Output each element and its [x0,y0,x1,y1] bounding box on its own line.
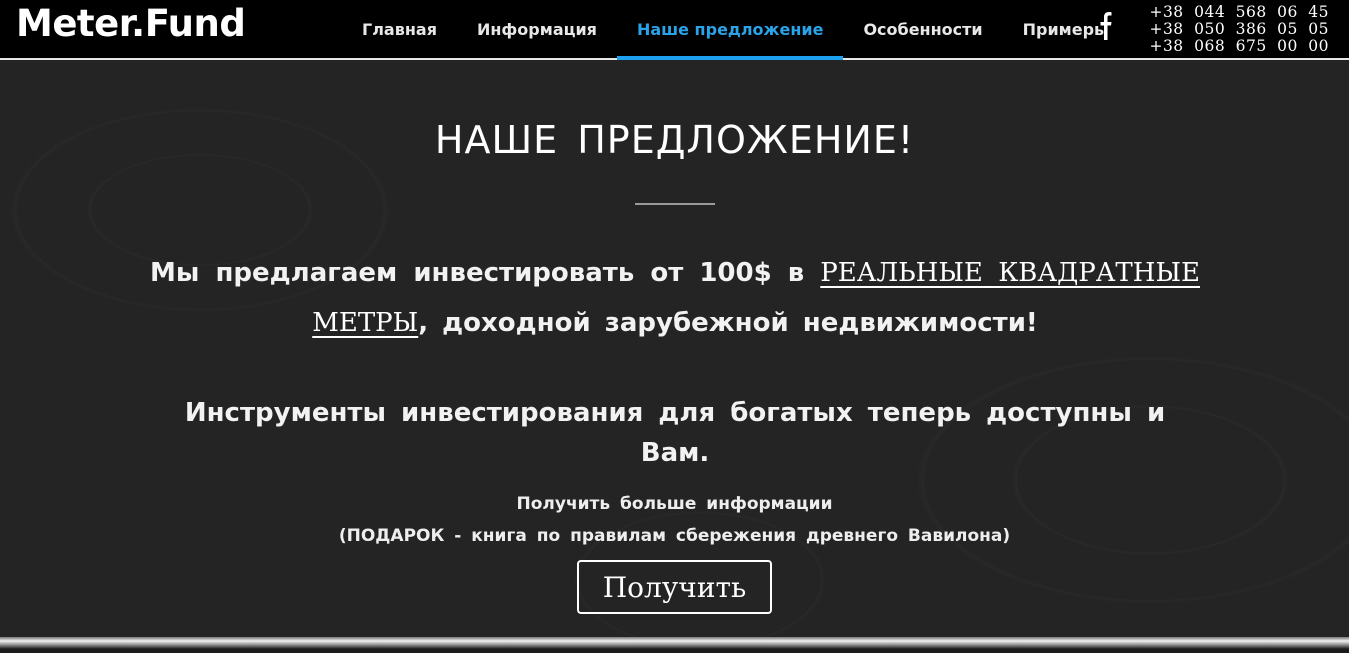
nav-item-features[interactable]: Особенности [843,0,1002,58]
lead-suffix: , доходной зарубежной недвижимости! [418,308,1038,338]
phone-number[interactable]: +38 044 568 06 45 [1149,4,1329,21]
get-button[interactable]: Получить [577,560,772,614]
main-nav: Главная Информация Наше предложение Особ… [342,0,1129,60]
info-text: Получить больше информации (ПОДАРОК - кн… [0,488,1349,552]
phone-number[interactable]: +38 068 675 00 00 [1149,38,1329,55]
phone-number[interactable]: +38 050 386 05 05 [1149,21,1329,38]
site-logo[interactable]: Meter.Fund [16,0,246,48]
section-title: НАШЕ ПРЕДЛОЖЕНИЕ! [434,118,915,162]
gift-line: (ПОДАРОК - книга по правилам сбережения … [338,526,1011,546]
phone-list: +38 044 568 06 45 +38 050 386 05 05 +38 … [1149,4,1329,55]
info-line: Получить больше информации [516,494,833,514]
nav-item-our-offer[interactable]: Наше предложение [616,0,844,60]
facebook-icon[interactable] [1096,8,1116,44]
offer-section: НАШЕ ПРЕДЛОЖЕНИЕ! Мы предлагаем инвестир… [0,60,1349,640]
title-divider [635,203,715,205]
section-bottom-bar [0,637,1349,653]
nav-item-home[interactable]: Главная [342,0,457,58]
offer-subline: Инструменты инвестирования для богатых т… [184,398,1166,468]
nav-item-information[interactable]: Информация [457,0,617,58]
lead-prefix: Мы предлагаем инвестировать от 100$ в [150,258,821,288]
site-header: Meter.Fund Главная Информация Наше предл… [0,0,1349,60]
offer-lead: Мы предлагаем инвестировать от 100$ в РЕ… [150,248,1200,348]
